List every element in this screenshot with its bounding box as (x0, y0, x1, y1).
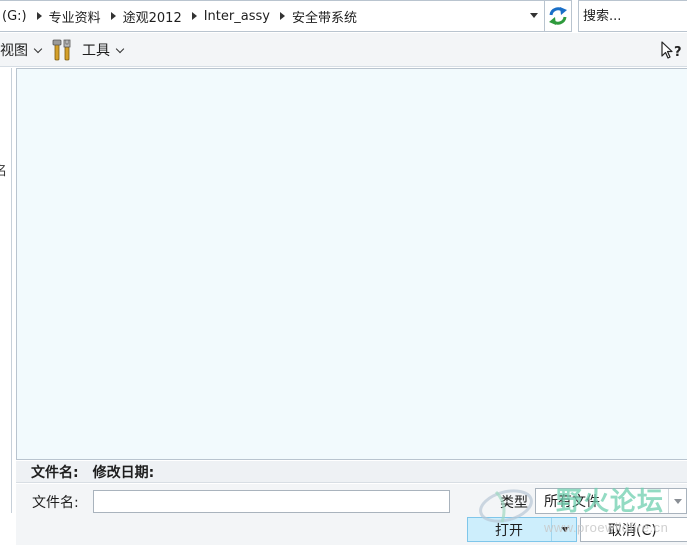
chevron-down-icon (115, 44, 125, 53)
toolbar: 视图 工具 (0, 33, 687, 67)
breadcrumb-label: 途观2012 (122, 10, 182, 26)
svg-text:?: ? (674, 45, 682, 60)
cancel-button-label: 取消(C) (608, 522, 657, 539)
breadcrumb-separator-icon[interactable] (36, 12, 42, 20)
column-header-name[interactable]: 文件名: (31, 462, 79, 482)
breadcrumb-label: Inter_assy (203, 8, 270, 24)
filename-label: 文件名: (32, 495, 79, 511)
file-list[interactable] (16, 68, 687, 460)
breadcrumb-tiguan[interactable]: 途观2012 (119, 1, 200, 31)
breadcrumb-separator-icon[interactable] (191, 12, 197, 20)
breadcrumb-label: 安全带系统 (291, 10, 357, 26)
column-header-modified[interactable]: 修改日期: (93, 462, 155, 482)
open-button-label: 打开 (495, 522, 523, 539)
tools-icon (52, 39, 71, 61)
breadcrumb-inter-assy[interactable]: Inter_assy (200, 1, 288, 31)
refresh-icon (549, 7, 567, 25)
breadcrumb-label: 专业资料 (48, 10, 101, 26)
search-input[interactable] (578, 0, 687, 32)
file-type-label: 类型 (500, 495, 528, 511)
breadcrumb-separator-icon[interactable] (279, 12, 285, 20)
breadcrumb-separator-icon[interactable] (110, 12, 116, 20)
column-header: 文件名: 修改日期: (16, 461, 687, 483)
filename-input[interactable] (93, 490, 450, 513)
breadcrumb-label: (G:) (2, 8, 27, 24)
chevron-down-icon (560, 527, 569, 532)
open-options-dropdown-button[interactable] (551, 518, 577, 541)
chevron-down-icon (33, 44, 43, 53)
file-type-value: 所有文件 (544, 494, 600, 510)
tools-menu-label: 工具 (82, 43, 110, 59)
file-type-dropdown-button[interactable] (668, 489, 686, 513)
breadcrumb-seatbelt-system[interactable]: 安全带系统 (288, 1, 362, 31)
nav-pane-item-label: 名 (0, 160, 7, 179)
breadcrumb-professional-docs[interactable]: 专业资料 (45, 1, 119, 31)
cancel-button[interactable]: 取消(C) (580, 517, 687, 542)
address-bar[interactable]: (G:) 专业资料 途观2012 Inter_assy 安全带系统 (0, 0, 545, 32)
address-history-chevron-down-icon[interactable] (530, 13, 538, 18)
file-type-select[interactable]: 所有文件 (535, 488, 687, 514)
refresh-button[interactable] (545, 0, 572, 32)
open-button[interactable]: 打开 (467, 517, 577, 542)
navigation-pane[interactable]: 名 (0, 68, 12, 513)
chevron-down-icon (673, 498, 682, 504)
tools-menu-button[interactable]: 工具 (52, 39, 125, 61)
view-menu-button[interactable]: 视图 (0, 40, 43, 60)
help-pointer-icon[interactable]: ? (660, 41, 684, 61)
view-menu-label: 视图 (0, 43, 28, 59)
breadcrumb-drive[interactable]: (G:) (0, 1, 45, 31)
